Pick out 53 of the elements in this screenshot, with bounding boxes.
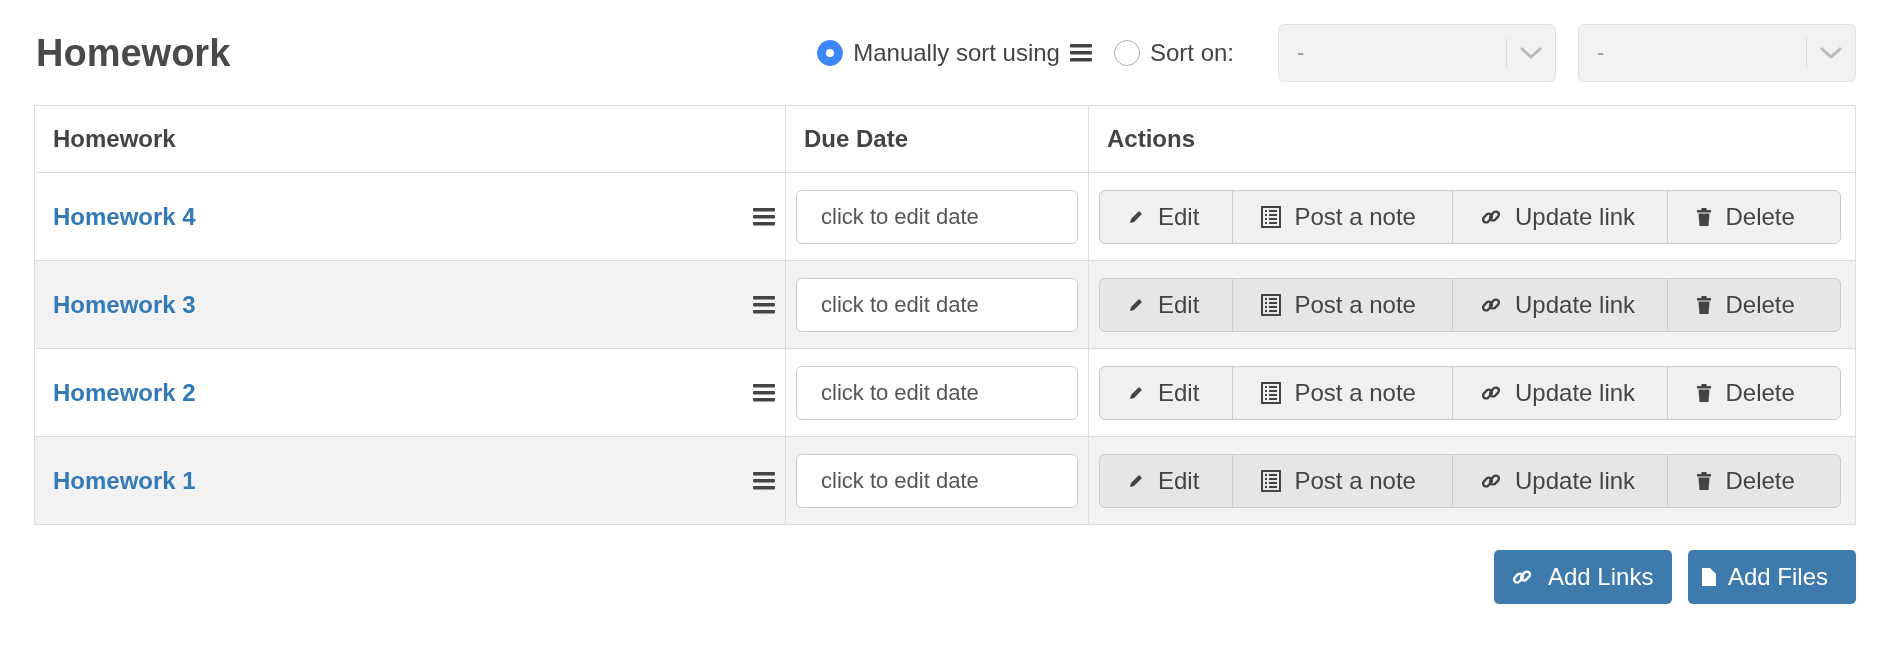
action-button[interactable]: Update link <box>1452 277 1668 332</box>
action-button[interactable]: Edit <box>1099 189 1233 244</box>
pencil-icon <box>1128 384 1144 401</box>
drag-handle-icon[interactable] <box>753 207 775 226</box>
option-label: Manually sort using <box>853 39 1060 67</box>
chevron-down-icon <box>1519 46 1543 60</box>
drag-handle-icon[interactable] <box>753 471 775 490</box>
action-button[interactable]: Edit <box>1099 277 1233 332</box>
column-header: Due Date <box>785 105 1089 173</box>
action-button[interactable]: Post a note <box>1231 453 1454 508</box>
add-button[interactable]: Add Files <box>1688 550 1856 604</box>
date-field[interactable]: click to edit date <box>796 365 1078 420</box>
action-button[interactable]: Delete <box>1666 189 1841 244</box>
trash-icon <box>1695 295 1712 314</box>
sort-option[interactable]: Sort on: <box>1113 39 1234 67</box>
date-field[interactable]: click to edit date <box>796 453 1078 508</box>
list-icon <box>1260 469 1281 492</box>
drag-handle-icon[interactable] <box>753 295 775 314</box>
action-button[interactable]: Delete <box>1666 453 1841 508</box>
add-button[interactable]: Add Links <box>1494 550 1672 604</box>
drag-handle-icon[interactable] <box>753 383 775 402</box>
action-button[interactable]: Update link <box>1452 365 1668 420</box>
trash-icon <box>1695 471 1712 490</box>
action-button[interactable]: Update link <box>1452 189 1668 244</box>
chevron-down-icon <box>1819 46 1843 60</box>
radio-button[interactable] <box>1113 40 1140 66</box>
list-icon <box>1260 293 1281 316</box>
action-button[interactable]: Delete <box>1666 365 1841 420</box>
action-button[interactable]: Edit <box>1099 453 1233 508</box>
action-button[interactable]: Post a note <box>1231 189 1454 244</box>
column-header: Homework <box>34 105 786 173</box>
page-title: Homework <box>36 31 232 75</box>
menu-icon <box>1069 44 1092 62</box>
action-button[interactable]: Post a note <box>1231 365 1454 420</box>
date-field[interactable]: click to edit date <box>796 277 1078 332</box>
radio-button[interactable] <box>817 40 844 66</box>
action-button[interactable]: Delete <box>1666 277 1841 332</box>
pencil-icon <box>1128 208 1144 225</box>
pencil-icon <box>1128 296 1144 313</box>
date-field[interactable]: click to edit date <box>796 189 1078 244</box>
option-label: Sort on: <box>1149 39 1234 67</box>
link-icon <box>1512 567 1532 587</box>
list-icon <box>1260 381 1281 404</box>
list-icon <box>1260 205 1281 228</box>
trash-icon <box>1695 383 1712 402</box>
trash-icon <box>1695 207 1712 226</box>
action-button[interactable]: Edit <box>1099 365 1233 420</box>
sort-option[interactable]: Manually sort using <box>817 39 1092 67</box>
file-icon <box>1702 568 1716 586</box>
pencil-icon <box>1128 472 1144 489</box>
action-button[interactable]: Post a note <box>1231 277 1454 332</box>
action-button[interactable]: Update link <box>1452 453 1668 508</box>
column-header: Actions <box>1088 105 1856 173</box>
